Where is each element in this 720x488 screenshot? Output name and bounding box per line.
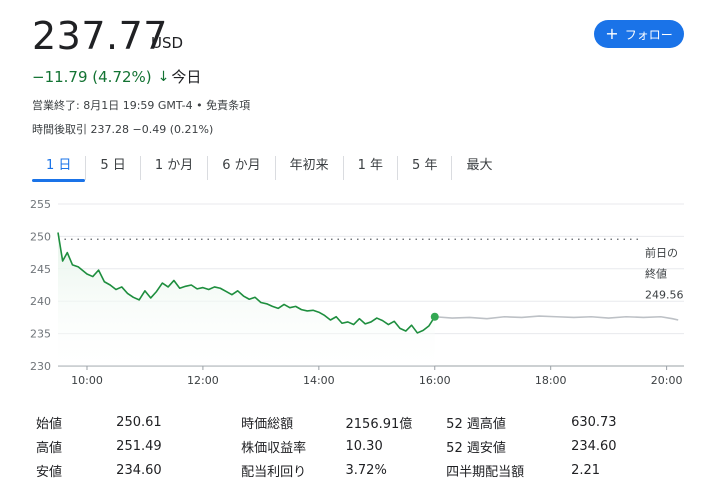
stats-row: 高値 251.49 株価収益率 10.30 52 週安値 234.60 xyxy=(36,434,696,458)
tab-1y[interactable]: 1 年 xyxy=(344,156,399,180)
after-hours-info: 時間後取引 237.28 −0.49 (0.21%) xyxy=(32,121,213,137)
tab-6m[interactable]: 6 か月 xyxy=(208,156,276,180)
closing-info: 営業終了: 8月1日 19:59 GMT-4 • 免責条項 xyxy=(32,99,251,112)
change-value: −11.79 (4.72%) xyxy=(32,67,152,86)
currency-label: USD xyxy=(151,34,184,52)
x-tick-label: 12:00 xyxy=(187,374,219,387)
stat-label: 始値 xyxy=(36,416,63,432)
tab-5d[interactable]: 5 日 xyxy=(86,156,141,180)
follow-label: フォロー xyxy=(624,27,673,42)
today-label: 今日 xyxy=(171,68,202,86)
y-tick-label: 235 xyxy=(30,328,51,341)
after-hours-line xyxy=(434,315,679,321)
stat-value: 234.60 xyxy=(571,438,617,454)
arrow-down-icon: ↓ xyxy=(157,68,170,85)
y-tick-label: 255 xyxy=(30,198,51,211)
last-price-dot xyxy=(430,312,439,321)
stat-value: 2156.91億 xyxy=(345,416,413,432)
stat-label: 時価総額 xyxy=(241,416,294,432)
stat-value: 250.61 xyxy=(116,414,162,430)
x-tick-label: 14:00 xyxy=(303,374,335,387)
after-hours-label: 時間後取引 237.28 xyxy=(32,123,129,136)
stat-value: 10.30 xyxy=(345,438,383,454)
stats-row: 始値 250.61 時価総額 2156.91億 52 週高値 630.73 xyxy=(36,410,696,434)
previous-close-label: 前日の xyxy=(645,245,678,259)
stat-value: 3.72% xyxy=(345,462,387,478)
stats-row: 安値 234.60 配当利回り 3.72% 四半期配当額 2.21 xyxy=(36,458,696,482)
stat-label: 四半期配当額 xyxy=(446,464,525,480)
y-tick-label: 250 xyxy=(30,230,51,243)
stat-label: 高値 xyxy=(36,440,63,456)
stat-label: 52 週安値 xyxy=(446,440,506,456)
stat-value: 251.49 xyxy=(116,438,162,454)
previous-close-label: 終値 xyxy=(645,266,667,280)
y-tick-label: 240 xyxy=(30,295,51,308)
plus-icon: + xyxy=(605,24,619,43)
tab-5y[interactable]: 5 年 xyxy=(398,156,453,180)
tab-1m[interactable]: 1 か月 xyxy=(141,156,209,180)
x-tick-label: 10:00 xyxy=(71,374,103,387)
x-tick-label: 16:00 xyxy=(419,374,451,387)
x-tick-label: 20:00 xyxy=(651,374,683,387)
tab-max[interactable]: 最大 xyxy=(452,156,506,180)
stat-value: 234.60 xyxy=(116,462,162,478)
price-chart[interactable]: 255 250 245 240 235 230 10:00 12:00 14:00 16:00 18… xyxy=(0,192,720,402)
stat-value: 630.73 xyxy=(571,414,617,430)
stat-label: 配当利回り xyxy=(241,464,307,480)
follow-button[interactable]: + フォロー xyxy=(594,20,684,48)
stats-table: 始値 250.61 時価総額 2156.91億 52 週高値 630.73 高値… xyxy=(36,410,696,482)
y-tick-label: 230 xyxy=(30,360,51,373)
price-change: −11.79 (4.72%) ↓ 今日 xyxy=(32,66,201,87)
after-hours-change: −0.49 (0.21%) xyxy=(132,123,214,136)
range-tabs: 1 日 5 日 1 か月 6 か月 年初来 1 年 5 年 最大 xyxy=(32,156,506,182)
x-tick-label: 18:00 xyxy=(535,374,567,387)
stat-value: 2.21 xyxy=(571,462,601,478)
tab-ytd[interactable]: 年初来 xyxy=(276,156,344,180)
stat-label: 52 週高値 xyxy=(446,416,506,432)
tab-1d[interactable]: 1 日 xyxy=(32,156,87,182)
previous-close-label: 249.56 xyxy=(645,288,684,301)
stat-label: 安値 xyxy=(36,464,63,480)
y-tick-label: 245 xyxy=(30,263,51,276)
stock-price: 237.77 xyxy=(32,14,168,58)
stat-label: 株価収益率 xyxy=(241,440,307,456)
regular-session-area xyxy=(58,232,435,366)
